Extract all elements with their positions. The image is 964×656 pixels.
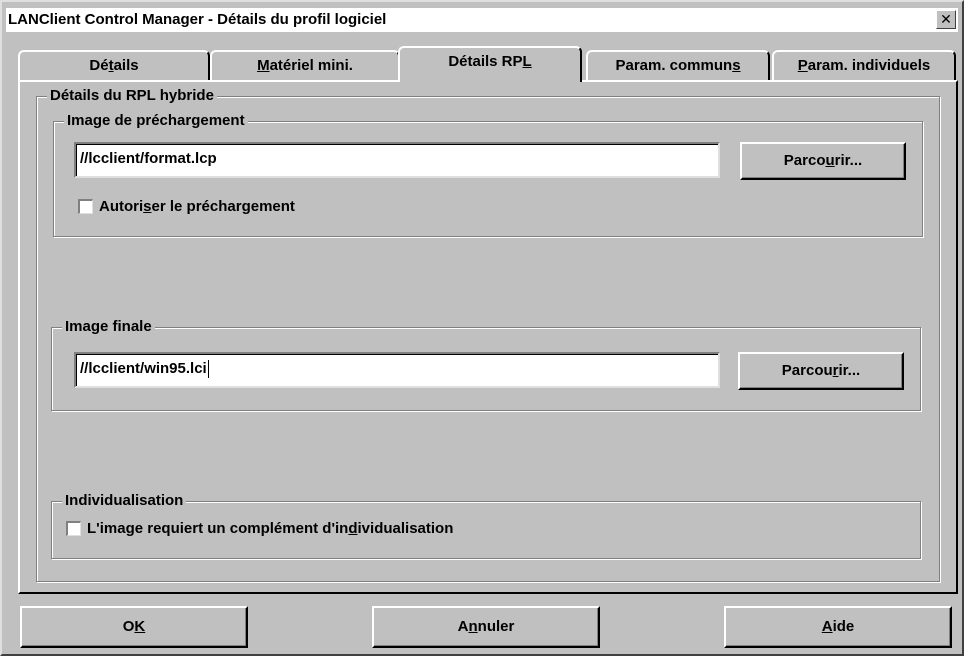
allow-preload-checkbox-row[interactable]: Autoriser le préchargement (78, 198, 295, 215)
help-button[interactable]: Aide (724, 606, 952, 648)
tab-param-individuels[interactable]: Param. individuels (772, 50, 956, 80)
individualisation-checkbox-label: L'image requiert un complément d'individ… (87, 520, 454, 537)
preload-image-group: Image de préchargement //lcclient/format… (53, 112, 923, 237)
window-title: LANClient Control Manager - Détails du p… (8, 11, 387, 28)
tab-materiel-mini[interactable]: Matériel mini. (210, 50, 400, 80)
tab-param-communs[interactable]: Param. communs (586, 50, 770, 80)
hybrid-rpl-group-label: Détails du RPL hybride (47, 87, 217, 105)
tab-details-rpl[interactable]: Détails RPL (398, 46, 582, 82)
final-image-input[interactable]: //lcclient/win95.lci (74, 352, 720, 388)
close-button[interactable]: ✕ (936, 10, 956, 29)
dialog-window: LANClient Control Manager - Détails du p… (0, 0, 964, 656)
text-caret (207, 360, 209, 379)
final-image-label: Image finale (62, 318, 155, 336)
ok-button[interactable]: OK (20, 606, 248, 648)
final-image-group: Image finale //lcclient/win95.lci Parcou… (51, 318, 921, 411)
individualisation-checkbox[interactable] (66, 521, 81, 536)
tab-details[interactable]: Détails (18, 50, 210, 80)
preload-image-label: Image de préchargement (64, 112, 248, 130)
cancel-button[interactable]: Annuler (372, 606, 600, 648)
tab-panel-details-rpl: Détails du RPL hybride Image de précharg… (18, 80, 958, 594)
allow-preload-checkbox[interactable] (78, 199, 93, 214)
title-bar: LANClient Control Manager - Détails du p… (6, 8, 958, 32)
individualisation-group: Individualisation L'image requiert un co… (51, 492, 921, 559)
hybrid-rpl-group: Détails du RPL hybride Image de précharg… (36, 87, 940, 582)
preload-image-input[interactable]: //lcclient/format.lcp (74, 142, 720, 178)
final-browse-button[interactable]: Parcourir... (738, 352, 904, 390)
individualisation-checkbox-row[interactable]: L'image requiert un complément d'individ… (66, 520, 453, 537)
individualisation-label: Individualisation (62, 492, 187, 510)
close-icon: ✕ (940, 11, 952, 27)
preload-browse-button[interactable]: Parcourir... (740, 142, 906, 180)
allow-preload-label: Autoriser le préchargement (99, 198, 295, 215)
